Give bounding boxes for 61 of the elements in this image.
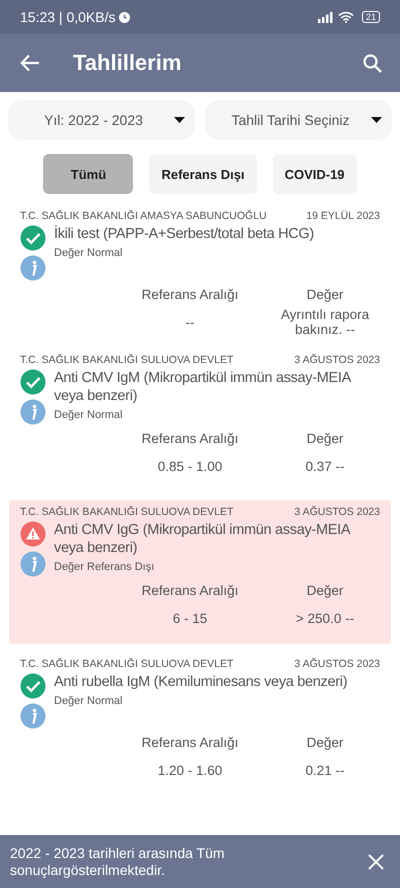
check-icon bbox=[20, 673, 46, 699]
check-icon bbox=[20, 225, 46, 251]
reference-range: 1.20 - 1.60 bbox=[156, 762, 224, 780]
hospital-name: T.C. SAĞLIK BAKANLIĞI AMASYA SABUNCUOĞLU bbox=[20, 210, 267, 222]
status-text: Değer Referans Dışı bbox=[54, 561, 156, 573]
filter-tab[interactable]: Referans Dışı bbox=[149, 154, 257, 194]
result-date: 3 AĞUSTOS 2023 bbox=[294, 506, 380, 518]
column-label: Referans Aralığı bbox=[140, 583, 240, 598]
column-label: Referans Aralığı bbox=[140, 431, 240, 446]
column-label: Referans Aralığı bbox=[140, 735, 240, 750]
column-label: Değer bbox=[306, 431, 344, 446]
dropdown-field[interactable]: Tahlil Tarihi Seçiniz bbox=[205, 100, 392, 140]
hospital-name: T.C. SAĞLIK BAKANLIĞI SULUOVA DEVLET bbox=[20, 658, 234, 670]
clock-icon bbox=[119, 12, 130, 22]
filter-tab[interactable]: Tümü bbox=[43, 154, 134, 194]
close-icon[interactable] bbox=[368, 854, 384, 870]
test-name: Anti CMV IgG (Mikropartikül immün assay-MEIA veya benzeri) bbox=[54, 521, 351, 557]
result-card[interactable]: T.C. SAĞLIK BAKANLIĞI SULUOVA DEVLET 3 AĞUSTOS 2023 Anti CMV IgM (Mikropartikül immün assay-MEIA veya benzeri) Değer Normal Referans Aralığı Değer 0.85 - 1.00 0.37 -- bbox=[9, 348, 391, 492]
warning-icon bbox=[20, 521, 46, 547]
result-value: 0.37 -- bbox=[304, 458, 346, 476]
check-icon bbox=[20, 369, 46, 395]
status-text: Değer Normal bbox=[54, 247, 124, 259]
reference-range: -- bbox=[184, 314, 196, 332]
result-card[interactable]: T.C. SAĞLIK BAKANLIĞI AMASYA SABUNCUOĞLU 19 EYLÜL 2023 İkili test (PAPP-A+Serbest/total beta HCG) Değer Normal Referans Aralığı Değer -- Ayrıntılı rapora bakınız. -- bbox=[9, 204, 391, 348]
column-label: Değer bbox=[306, 287, 344, 302]
screen-title: Tahlillerim bbox=[73, 50, 182, 76]
result-card-highlight[interactable]: T.C. SAĞLIK BAKANLIĞI SULUOVA DEVLET 3 AĞUSTOS 2023 Anti CMV IgG (Mikropartikül immün assay-MEIA veya benzeri) Değer Referans Dışı Referans Aralığı Değer 6 - 15 > 250.0 -- bbox=[9, 500, 391, 644]
caret-icon bbox=[174, 117, 185, 123]
result-value: > 250.0 -- bbox=[294, 610, 356, 628]
info-icon[interactable] bbox=[20, 551, 46, 577]
result-value: Ayrıntılı rapora bakınız. -- bbox=[280, 306, 370, 338]
battery-indicator: 21 bbox=[362, 11, 380, 23]
test-name: İkili test (PAPP-A+Serbest/total beta HCG) bbox=[54, 225, 315, 243]
filter-tab[interactable]: COVID-19 bbox=[272, 154, 357, 194]
test-name: Anti CMV IgM (Mikropartikül immün assay-MEIA veya benzeri) bbox=[54, 369, 352, 405]
signal-icon bbox=[318, 12, 334, 22]
hospital-name: T.C. SAĞLIK BAKANLIĞI SULUOVA DEVLET bbox=[20, 506, 234, 518]
caret-icon bbox=[371, 117, 382, 123]
result-date: 3 AĞUSTOS 2023 bbox=[294, 354, 380, 366]
snackbar-message: 2022 - 2023 tarihleri arasında Tüm sonuçlargösterilmektedir. bbox=[10, 844, 226, 878]
reference-range: 6 - 15 bbox=[172, 610, 208, 628]
column-label: Referans Aralığı bbox=[140, 287, 240, 302]
status-text: Değer Normal bbox=[54, 695, 124, 707]
result-date: 3 AĞUSTOS 2023 bbox=[294, 658, 380, 670]
wifi-icon bbox=[338, 11, 354, 23]
status-text: Değer Normal bbox=[54, 409, 124, 421]
info-icon[interactable] bbox=[20, 703, 46, 729]
dropdown-field[interactable]: Yıl: 2022 - 2023 bbox=[8, 100, 195, 140]
test-name: Anti rubella IgM (Kemiluminesans veya benzeri) bbox=[54, 673, 348, 691]
status-time: 15:23 | 0,0KB/s bbox=[20, 9, 116, 25]
column-label: Değer bbox=[306, 583, 344, 598]
back-arrow-icon[interactable] bbox=[20, 54, 40, 72]
search-icon[interactable] bbox=[363, 54, 382, 72]
info-icon[interactable] bbox=[20, 255, 46, 281]
column-label: Değer bbox=[306, 735, 344, 750]
result-card[interactable]: T.C. SAĞLIK BAKANLIĞI SULUOVA DEVLET 3 AĞUSTOS 2023 Anti rubella IgM (Kemiluminesans veya benzeri) Değer Normal Referans Aralığı Değer 1.20 - 1.60 0.21 -- bbox=[9, 652, 391, 796]
hospital-name: T.C. SAĞLIK BAKANLIĞI SULUOVA DEVLET bbox=[20, 354, 234, 366]
info-icon[interactable] bbox=[20, 399, 46, 425]
reference-range: 0.85 - 1.00 bbox=[156, 458, 224, 476]
result-date: 19 EYLÜL 2023 bbox=[306, 210, 380, 222]
result-value: 0.21 -- bbox=[304, 762, 346, 780]
